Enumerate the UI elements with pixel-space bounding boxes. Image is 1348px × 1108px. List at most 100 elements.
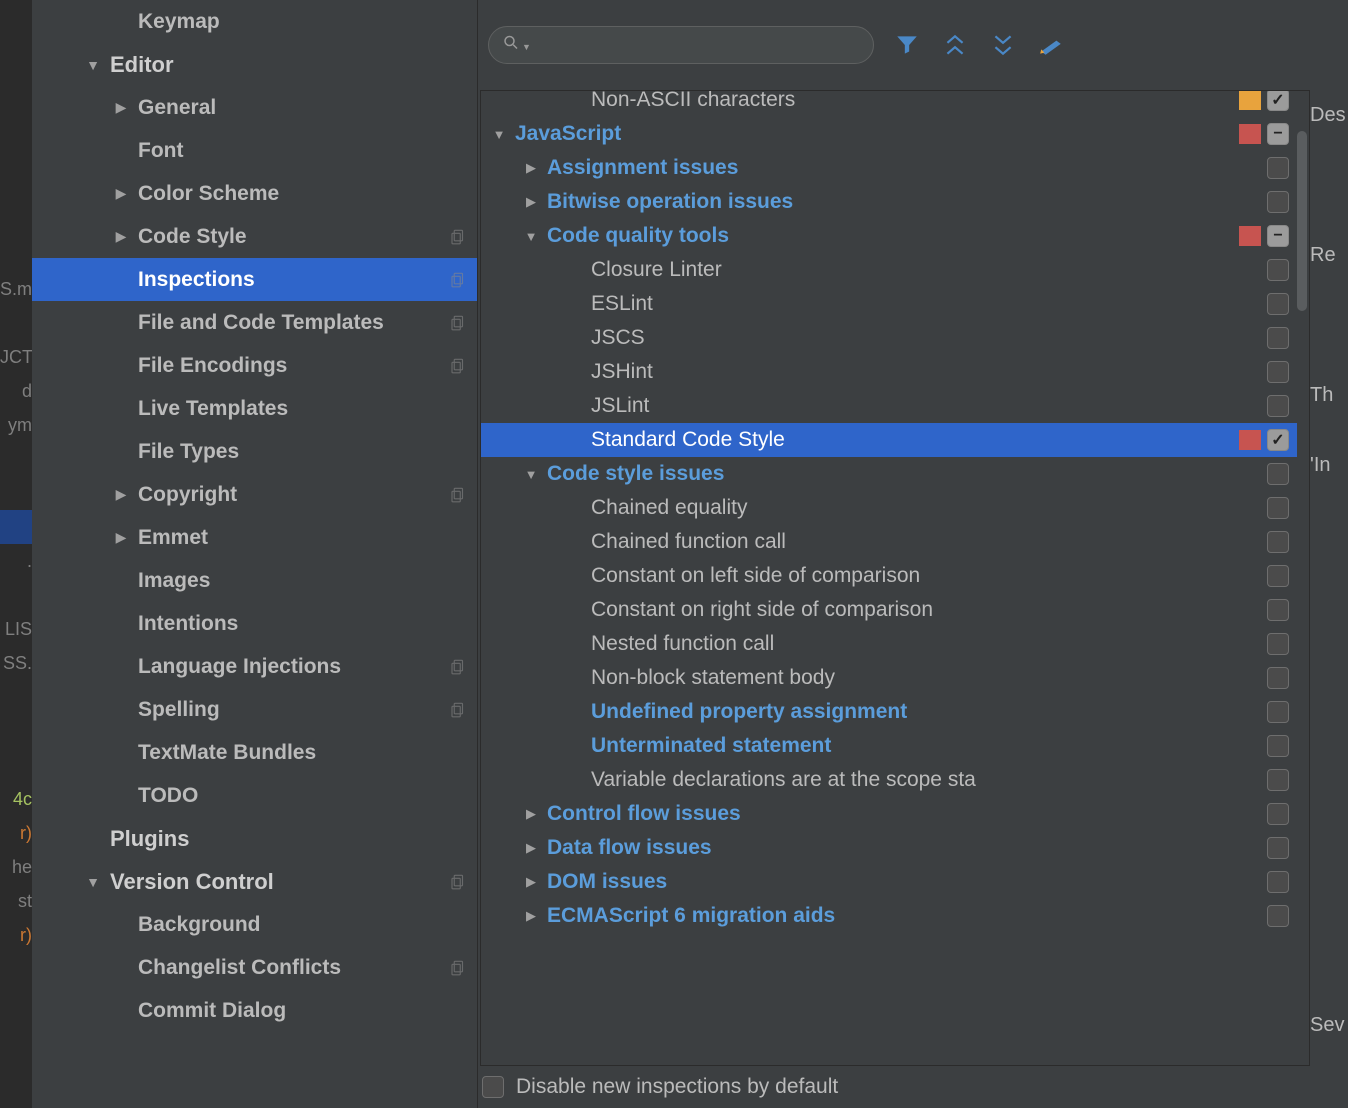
inspection-nested-function-call[interactable]: Nested function call [481, 627, 1297, 661]
sidebar-item-inspections[interactable]: Inspections [32, 258, 477, 301]
sidebar-item-changelist-conflicts[interactable]: Changelist Conflicts [32, 946, 477, 989]
inspection-data-flow-issues[interactable]: ▶Data flow issues [481, 831, 1297, 865]
chevron-right-icon: ▶ [521, 194, 541, 210]
inspection-checkbox[interactable] [1267, 361, 1289, 383]
sidebar-item-background[interactable]: Background [32, 903, 477, 946]
inspection-checkbox[interactable] [1267, 225, 1289, 247]
disable-new-label: Disable new inspections by default [516, 1075, 838, 1099]
reset-icon[interactable] [1036, 30, 1066, 60]
sidebar-item-font[interactable]: Font [32, 129, 477, 172]
sidebar-item-plugins[interactable]: Plugins [32, 817, 477, 860]
inspection-checkbox[interactable] [1267, 667, 1289, 689]
inspection-checkbox[interactable] [1267, 259, 1289, 281]
inspection-bitwise-operation-issues[interactable]: ▶Bitwise operation issues [481, 185, 1297, 219]
sidebar-item-version-control[interactable]: ▼Version Control [32, 860, 477, 903]
inspection-chained-equality[interactable]: Chained equality [481, 491, 1297, 525]
inspection-checkbox[interactable] [1267, 531, 1289, 553]
inspection-checkbox[interactable] [1267, 701, 1289, 723]
inspection-checkbox[interactable] [1267, 157, 1289, 179]
inspection-variable-declarations-are-at-the-scope-sta[interactable]: Variable declarations are at the scope s… [481, 763, 1297, 797]
inspections-tree: Non-ASCII characters▼JavaScript▶Assignme… [480, 90, 1310, 1066]
inspection-non-block-statement-body[interactable]: Non-block statement body [481, 661, 1297, 695]
inspection-control-flow-issues[interactable]: ▶Control flow issues [481, 797, 1297, 831]
inspection-eslint[interactable]: ESLint [481, 287, 1297, 321]
inspection-constant-on-left-side-of-comparison[interactable]: Constant on left side of comparison [481, 559, 1297, 593]
inspection-code-style-issues[interactable]: ▼Code style issues [481, 457, 1297, 491]
sidebar-item-copyright[interactable]: ▶Copyright [32, 473, 477, 516]
sidebar-item-file-and-code-templates[interactable]: File and Code Templates [32, 301, 477, 344]
inspection-checkbox[interactable] [1267, 395, 1289, 417]
inspection-checkbox[interactable] [1267, 463, 1289, 485]
inspection-closure-linter[interactable]: Closure Linter [481, 253, 1297, 287]
project-scope-icon [449, 271, 467, 289]
inspection-code-quality-tools[interactable]: ▼Code quality tools [481, 219, 1297, 253]
sidebar-item-general[interactable]: ▶General [32, 86, 477, 129]
sidebar-item-spelling[interactable]: Spelling [32, 688, 477, 731]
sidebar-item-commit-dialog[interactable]: Commit Dialog [32, 989, 477, 1032]
inspection-checkbox[interactable] [1267, 191, 1289, 213]
inspection-ecmascript-6-migration-aids[interactable]: ▶ECMAScript 6 migration aids [481, 899, 1297, 933]
sidebar-item-images[interactable]: Images [32, 559, 477, 602]
inspection-checkbox[interactable] [1267, 633, 1289, 655]
inspection-non-ascii-characters[interactable]: Non-ASCII characters [481, 90, 1297, 117]
inspection-checkbox[interactable] [1267, 293, 1289, 315]
inspection-checkbox[interactable] [1267, 769, 1289, 791]
disable-new-checkbox[interactable] [482, 1076, 504, 1098]
sidebar-item-emmet[interactable]: ▶Emmet [32, 516, 477, 559]
sidebar-item-label: TODO [138, 784, 467, 808]
inspection-checkbox[interactable] [1267, 327, 1289, 349]
sidebar-item-label: Commit Dialog [138, 999, 467, 1023]
project-scope-icon [449, 357, 467, 375]
inspection-checkbox[interactable] [1267, 429, 1289, 451]
sidebar-item-label: Code Style [138, 225, 449, 249]
inspection-checkbox[interactable] [1267, 90, 1289, 111]
inspection-standard-code-style[interactable]: Standard Code Style [481, 423, 1297, 457]
inspection-label: Chained equality [591, 496, 1267, 520]
filter-icon[interactable] [892, 30, 922, 60]
inspection-checkbox[interactable] [1267, 123, 1289, 145]
sidebar-item-file-types[interactable]: File Types [32, 430, 477, 473]
sidebar-item-editor[interactable]: ▼Editor [32, 43, 477, 86]
inspection-checkbox[interactable] [1267, 565, 1289, 587]
tree-scrollbar[interactable] [1297, 131, 1307, 311]
severity-indicator [1239, 226, 1261, 246]
search-input[interactable] [488, 26, 874, 64]
sidebar-item-textmate-bundles[interactable]: TextMate Bundles [32, 731, 477, 774]
sidebar-item-label: Copyright [138, 483, 449, 507]
inspection-label: Standard Code Style [591, 428, 1239, 452]
inspection-checkbox[interactable] [1267, 735, 1289, 757]
inspection-jscs[interactable]: JSCS [481, 321, 1297, 355]
collapse-all-icon[interactable] [988, 30, 1018, 60]
sidebar-item-keymap[interactable]: Keymap [32, 0, 477, 43]
sidebar-item-label: File Encodings [138, 354, 449, 378]
search-dropdown-icon[interactable]: ▼ [522, 42, 531, 52]
expand-all-icon[interactable] [940, 30, 970, 60]
right-cutoff-panel: DesReTh'InSevOpt [1310, 0, 1348, 1108]
inspection-dom-issues[interactable]: ▶DOM issues [481, 865, 1297, 899]
sidebar-item-live-templates[interactable]: Live Templates [32, 387, 477, 430]
sidebar-item-language-injections[interactable]: Language Injections [32, 645, 477, 688]
inspection-checkbox[interactable] [1267, 871, 1289, 893]
sidebar-item-color-scheme[interactable]: ▶Color Scheme [32, 172, 477, 215]
project-scope-icon [449, 658, 467, 676]
inspection-checkbox[interactable] [1267, 803, 1289, 825]
inspection-jslint[interactable]: JSLint [481, 389, 1297, 423]
inspection-checkbox[interactable] [1267, 837, 1289, 859]
sidebar-item-code-style[interactable]: ▶Code Style [32, 215, 477, 258]
inspection-unterminated-statement[interactable]: Unterminated statement [481, 729, 1297, 763]
inspection-assignment-issues[interactable]: ▶Assignment issues [481, 151, 1297, 185]
sidebar-item-intentions[interactable]: Intentions [32, 602, 477, 645]
project-scope-icon [449, 486, 467, 504]
inspection-label: Constant on right side of comparison [591, 598, 1267, 622]
inspection-checkbox[interactable] [1267, 497, 1289, 519]
inspection-label: Undefined property assignment [591, 700, 1267, 724]
inspection-checkbox[interactable] [1267, 905, 1289, 927]
sidebar-item-todo[interactable]: TODO [32, 774, 477, 817]
inspection-checkbox[interactable] [1267, 599, 1289, 621]
inspection-constant-on-right-side-of-comparison[interactable]: Constant on right side of comparison [481, 593, 1297, 627]
inspection-javascript[interactable]: ▼JavaScript [481, 117, 1297, 151]
sidebar-item-file-encodings[interactable]: File Encodings [32, 344, 477, 387]
inspection-chained-function-call[interactable]: Chained function call [481, 525, 1297, 559]
inspection-undefined-property-assignment[interactable]: Undefined property assignment [481, 695, 1297, 729]
inspection-jshint[interactable]: JSHint [481, 355, 1297, 389]
